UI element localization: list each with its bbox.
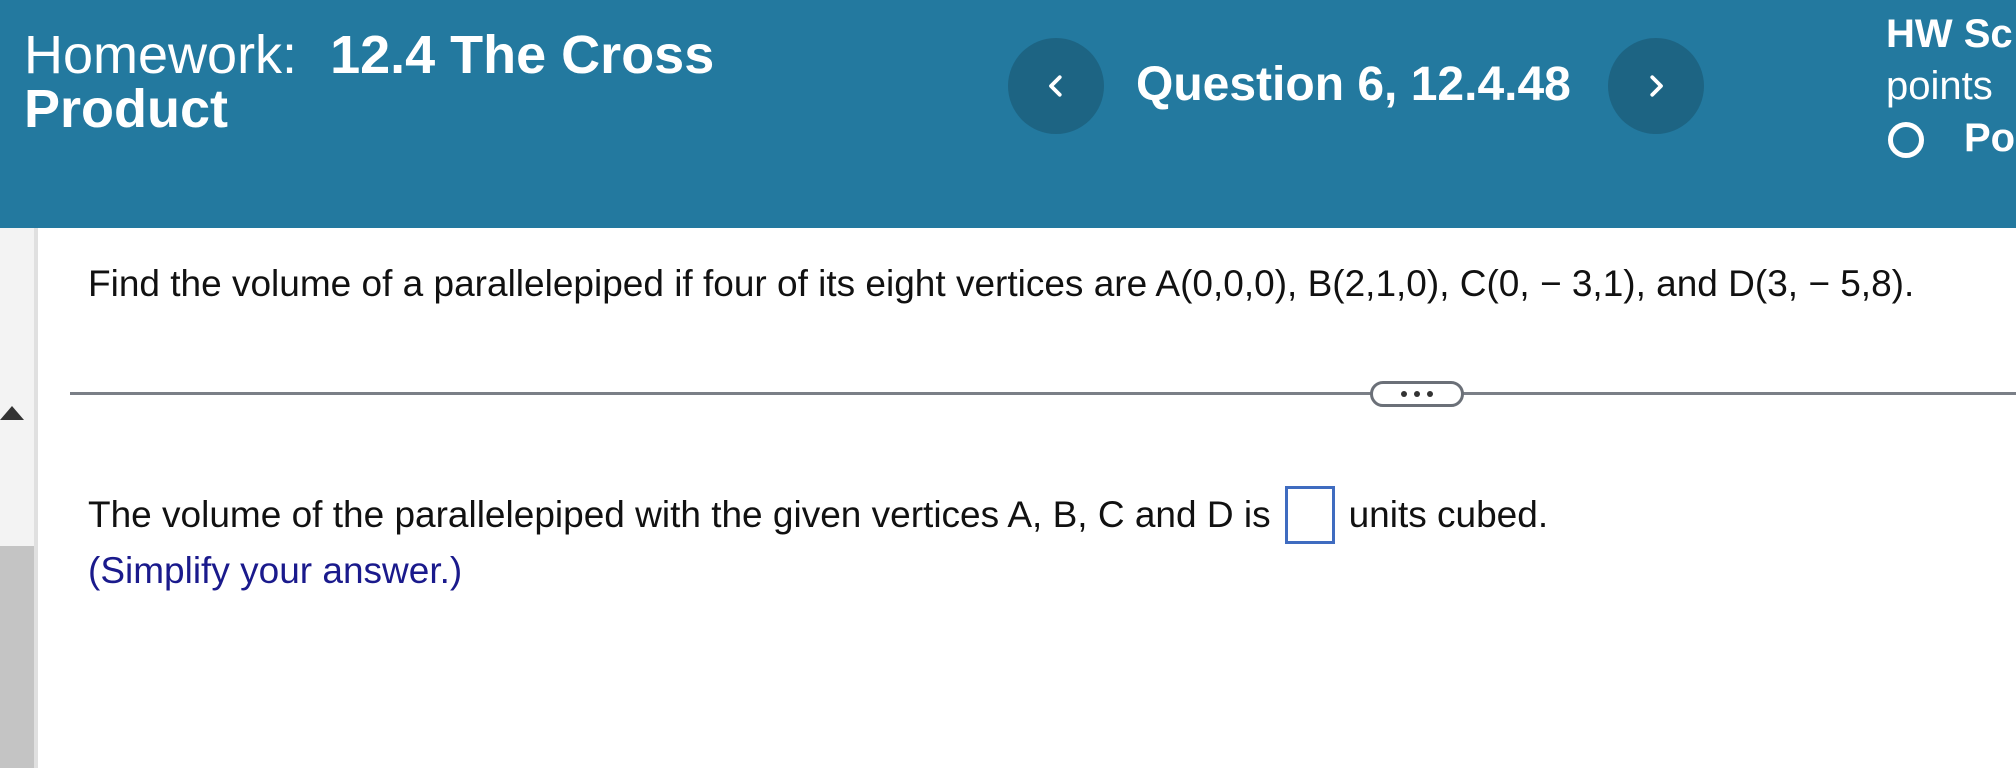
dot-icon bbox=[1414, 391, 1420, 397]
dot-icon bbox=[1401, 391, 1407, 397]
answer-trail-text: units cubed. bbox=[1348, 494, 1549, 535]
score-status-text: Po bbox=[1964, 116, 2016, 160]
status-circle-icon bbox=[1888, 122, 1924, 158]
chevron-left-icon bbox=[1049, 75, 1062, 97]
answer-lead-text: The volume of the parallelepiped with th… bbox=[88, 494, 1271, 535]
dot-icon bbox=[1427, 391, 1433, 397]
homework-name-line2: Product bbox=[24, 79, 229, 139]
chevron-right-icon bbox=[1650, 75, 1663, 97]
homework-name-line1: 12.4 The Cross bbox=[330, 25, 715, 85]
next-question-button[interactable] bbox=[1608, 38, 1704, 134]
hw-score-points: points bbox=[1886, 64, 1993, 108]
question-prompt: Find the volume of a parallelepiped if f… bbox=[88, 263, 1915, 304]
answer-input[interactable] bbox=[1284, 486, 1335, 544]
scrollbar-thumb[interactable] bbox=[0, 546, 34, 768]
homework-title: Homework: 12.4 The Cross Product bbox=[24, 28, 744, 136]
header-bar: Homework: 12.4 The Cross Product Questio… bbox=[0, 0, 2016, 228]
answer-hint: (Simplify your answer.) bbox=[88, 550, 463, 591]
scroll-up-arrow-icon[interactable] bbox=[0, 406, 24, 420]
page: Homework: 12.4 The Cross Product Questio… bbox=[0, 0, 2016, 768]
section-divider bbox=[70, 392, 2016, 395]
previous-question-button[interactable] bbox=[1008, 38, 1104, 134]
homework-prefix: Homework: bbox=[24, 25, 298, 85]
question-label: Question 6, 12.4.48 bbox=[1136, 58, 1571, 111]
answer-statement: The volume of the parallelepiped with th… bbox=[88, 486, 1548, 544]
hw-score-title: HW Sc bbox=[1886, 12, 2013, 56]
expand-more-button[interactable] bbox=[1370, 381, 1464, 407]
